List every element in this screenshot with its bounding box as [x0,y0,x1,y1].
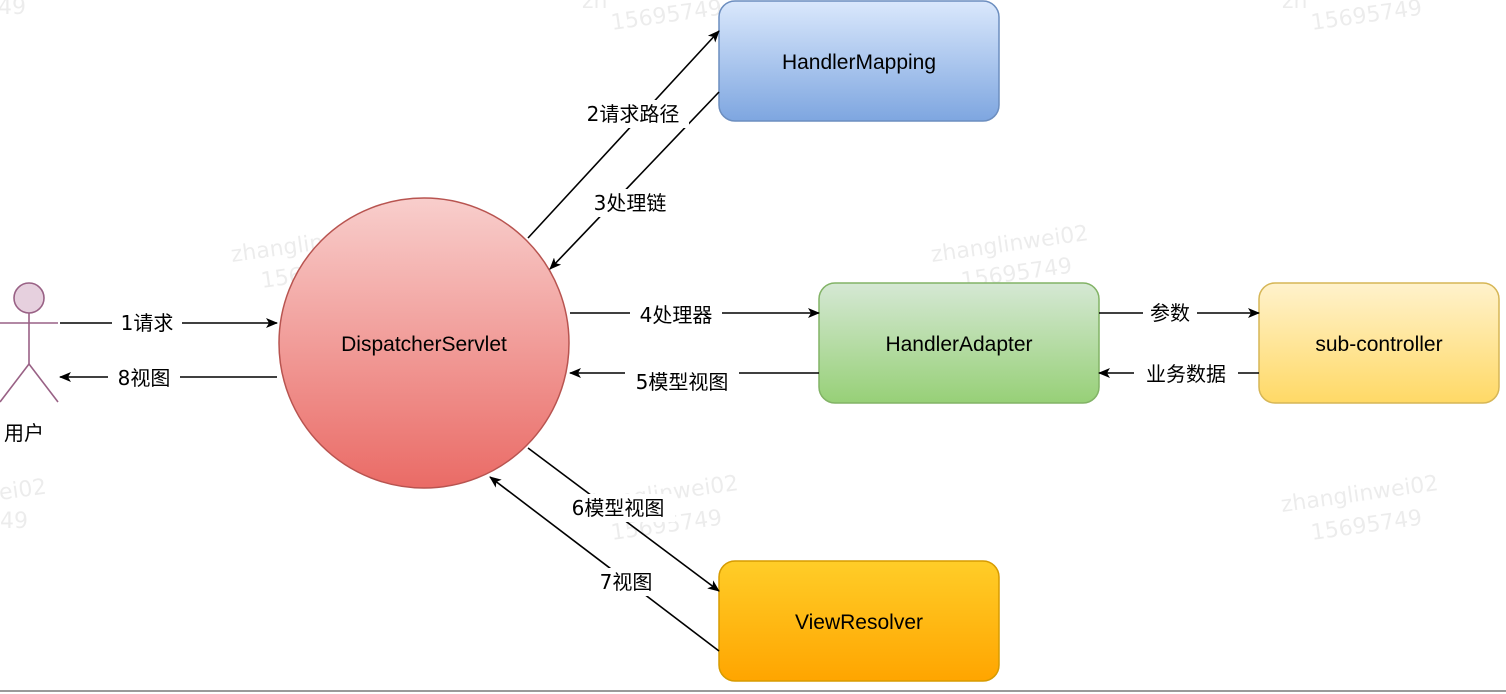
user-actor [0,282,59,403]
dispatcher-servlet-node[interactable]: DispatcherServlet [278,197,570,489]
edge-params-label: 参数 [1150,301,1190,325]
edge-business-label: 业务数据 [1146,362,1226,386]
flow-diagram: 49 zh 15695749 zh 15695749 zhanglinwei02… [0,0,1500,682]
edge-2-label: 2请求路径 [587,102,680,126]
watermark-number: 49 [0,0,26,20]
watermark-number: 49 [0,509,28,534]
edge-4-label: 4处理器 [640,303,713,327]
view-resolver-label: ViewResolver [795,611,923,634]
handler-mapping-node[interactable]: HandlerMapping [718,0,1000,122]
edge-3-label: 3处理链 [594,191,667,215]
dispatcher-servlet-label: DispatcherServlet [341,333,507,356]
edge-1-label: 1请求 [121,311,174,335]
view-resolver-node[interactable]: ViewResolver [718,560,1000,682]
edge-8-label: 8视图 [118,366,171,390]
user-actor-head [13,282,45,314]
handler-mapping-label: HandlerMapping [782,51,936,74]
watermark-name: zh [1282,0,1308,14]
handler-adapter-node[interactable]: HandlerAdapter [818,282,1100,404]
user-label: 用户 [4,421,44,445]
watermark-number: 15695749 [1309,0,1423,36]
edge-7-label: 7视图 [600,570,653,594]
watermark-name: ei02 [0,475,48,506]
edge-6-label: 6模型视图 [572,496,665,520]
handler-adapter-label: HandlerAdapter [885,333,1032,356]
watermark-name: zh [582,0,608,14]
sub-controller-label: sub-controller [1315,333,1442,356]
watermark-number: 15695749 [609,0,723,36]
bottom-divider [0,690,1506,692]
edge-5-label: 5模型视图 [636,370,729,394]
sub-controller-node[interactable]: sub-controller [1258,282,1500,404]
